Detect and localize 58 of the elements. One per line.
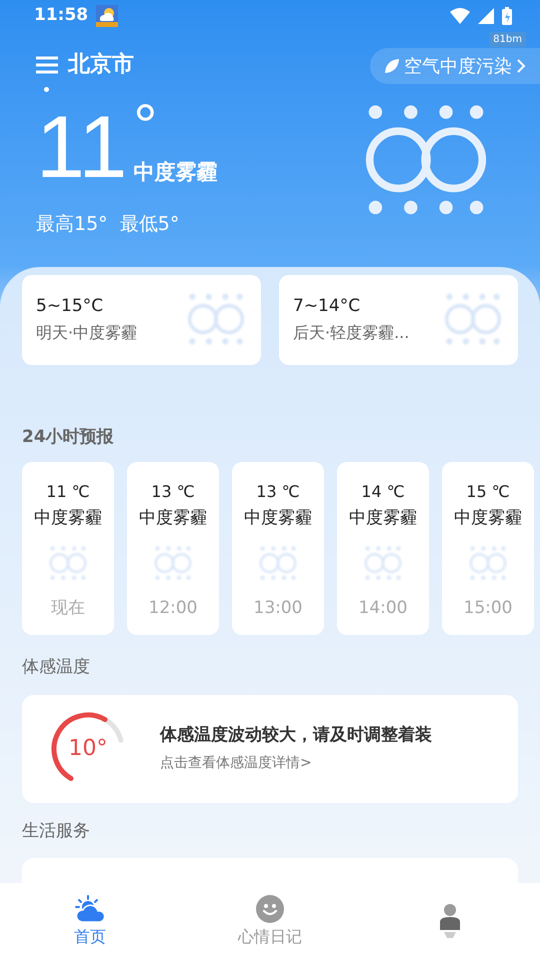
hourly-time: 现在	[51, 596, 85, 620]
weather-app-icon	[96, 5, 118, 27]
hourly-condition: 中度雾霾	[139, 507, 207, 530]
daily-condition: 明天·中度雾霾	[36, 322, 138, 344]
battery-icon	[502, 7, 512, 25]
haze-icon	[364, 546, 402, 580]
daily-forecast-card[interactable]: 7~14°C 后天·轻度雾霾...	[279, 274, 518, 364]
haze-icon	[364, 104, 488, 216]
section-title: 生活服务	[22, 820, 91, 842]
wifi-icon	[450, 8, 470, 24]
haze-icon	[259, 546, 297, 580]
haze-icon	[187, 293, 245, 346]
hourly-time: 13:00	[254, 596, 302, 620]
person-icon	[438, 904, 462, 940]
haze-icon	[469, 546, 507, 580]
daily-condition: 后天·轻度雾霾...	[293, 322, 410, 344]
status-time: 11:58	[34, 4, 88, 28]
feels-like-value: 10°	[68, 735, 108, 763]
hourly-temperature: 11 ℃	[46, 481, 90, 503]
haze-icon	[154, 546, 192, 580]
hourly-temperature: 13 ℃	[151, 481, 195, 503]
hourly-time: 12:00	[148, 596, 198, 620]
hourly-condition: 中度雾霾	[34, 507, 102, 530]
sun-cloud-icon	[74, 894, 106, 922]
daily-temperature-range: 7~14°C	[293, 294, 362, 318]
hourly-time: 14:00	[358, 596, 408, 620]
feels-like-card[interactable]: 10° 体感温度波动较大，请及时调整着装 点击查看体感温度详情>	[22, 694, 518, 802]
hourly-forecast-card[interactable]: 13 ℃ 中度雾霾 13:00	[232, 462, 324, 635]
current-condition: 中度雾霾	[133, 158, 218, 186]
signal-icon	[478, 8, 494, 24]
current-temperature: 11	[36, 102, 128, 192]
smiley-icon	[256, 894, 284, 922]
feels-like-message: 体感温度波动较大，请及时调整着装	[160, 724, 432, 748]
daily-forecast-card[interactable]: 5~15°C 明天·中度雾霾	[22, 274, 261, 364]
hourly-condition: 中度雾霾	[349, 507, 417, 530]
degree-symbol: °	[133, 100, 158, 150]
section-title: 24小时预报	[22, 426, 115, 448]
section-title: 体感温度	[22, 656, 91, 679]
high-low-temperature: 最高15° 最低5°	[36, 212, 180, 237]
haze-icon	[444, 293, 502, 346]
hourly-time: 15:00	[464, 596, 512, 620]
hourly-forecast-card[interactable]: 11 ℃ 中度雾霾 现在	[22, 462, 114, 635]
leaf-icon	[384, 58, 400, 74]
hourly-temperature: 15 ℃	[466, 481, 510, 503]
hourly-forecast-card[interactable]: 15 ℃ 中度雾霾 15:00	[442, 462, 534, 635]
nav-tab[interactable]: 首页	[0, 883, 180, 960]
hourly-condition: 中度雾霾	[244, 507, 312, 530]
daily-temperature-range: 5~15°C	[36, 294, 104, 318]
menu-icon[interactable]	[36, 56, 58, 74]
haze-icon	[49, 546, 87, 580]
status-badge: 81bm	[489, 32, 526, 47]
feels-like-detail-link[interactable]: 点击查看体感温度详情>	[160, 752, 432, 774]
hourly-temperature: 13 ℃	[256, 481, 300, 503]
hourly-condition: 中度雾霾	[454, 507, 522, 530]
hourly-forecast-card[interactable]: 13 ℃ 中度雾霾 12:00	[127, 462, 219, 635]
hourly-forecast-card[interactable]: 14 ℃ 中度雾霾 14:00	[337, 462, 429, 635]
hourly-temperature: 14 ℃	[361, 481, 405, 503]
chevron-right-icon	[516, 58, 526, 74]
